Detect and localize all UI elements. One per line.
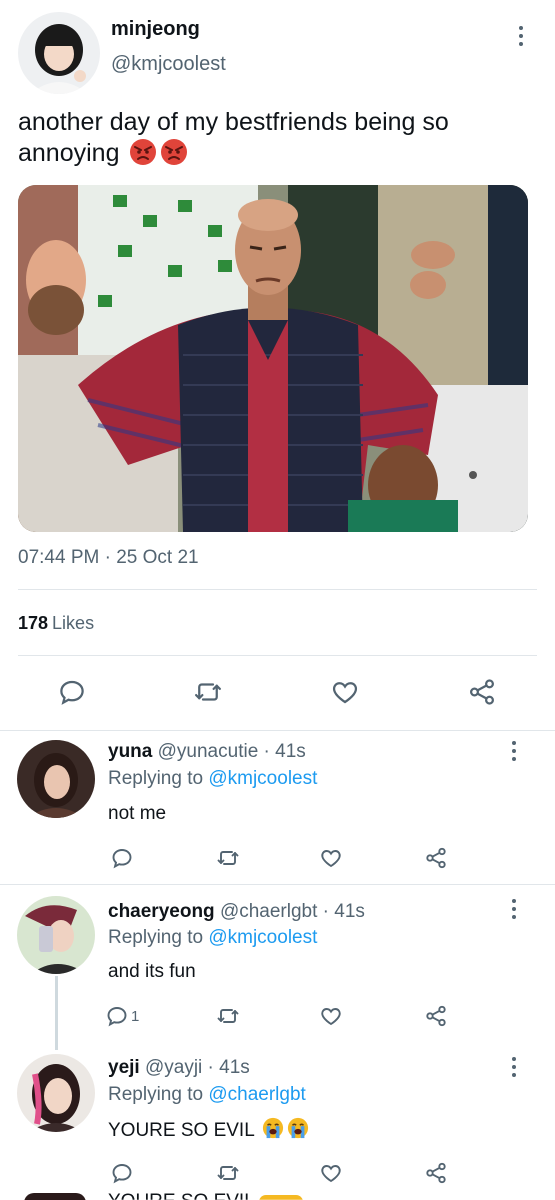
reply-author-name[interactable]: chaeryeong	[108, 901, 215, 922]
loudly-crying-face-emoji	[288, 1117, 309, 1139]
replying-to-link[interactable]: @chaerlgbt	[208, 1084, 305, 1105]
share-icon[interactable]	[419, 1156, 453, 1190]
main-author-handle[interactable]: @kmjcoolest	[111, 53, 226, 76]
replying-to-link[interactable]: @kmjcoolest	[208, 768, 317, 789]
main-author-avatar[interactable]	[18, 12, 100, 94]
likes-label: Likes	[52, 613, 95, 633]
replying-to-line: Replying to @kmjcoolest	[108, 768, 317, 790]
retweet-icon[interactable]	[211, 1156, 245, 1190]
reply-tweet: yeji @yayji · 41s Replying to @chaerlgbt…	[0, 1045, 555, 1200]
reply-author-line[interactable]: chaeryeong @chaerlgbt · 41s	[108, 901, 365, 923]
share-icon[interactable]	[465, 675, 499, 709]
tweet-text: another day of my bestfriends being so a…	[18, 107, 538, 169]
main-author-name[interactable]: minjeong	[111, 18, 200, 41]
reply-tweet: chaeryeong @chaerlgbt · 41s Replying to …	[0, 885, 555, 1045]
share-icon[interactable]	[419, 999, 453, 1033]
reply-text: not me	[108, 803, 167, 824]
like-icon[interactable]	[328, 675, 362, 709]
reply-text: and its fun	[108, 961, 196, 982]
reply-author-avatar[interactable]	[17, 740, 95, 818]
share-icon[interactable]	[419, 841, 453, 875]
reply-button[interactable]: 1	[105, 999, 139, 1033]
reply-author-line[interactable]: yeji @yayji · 41s	[108, 1057, 250, 1079]
tweet-timestamp[interactable]: 07:44 PM · 25 Oct 21	[18, 547, 199, 569]
reply-icon	[107, 1007, 127, 1027]
loudly-crying-face-emoji	[263, 1117, 284, 1139]
replying-prefix: Replying to	[108, 1084, 204, 1105]
tweet-text-body: another day of my bestfriends being so a…	[18, 108, 449, 167]
reply-author-name[interactable]: yeji	[108, 1057, 140, 1078]
next-reply-avatar-partial	[24, 1193, 86, 1200]
replying-to-line: Replying to @kmjcoolest	[108, 927, 317, 949]
tweet-media-photo[interactable]	[18, 185, 528, 532]
reply-icon[interactable]	[105, 841, 139, 875]
more-options-icon[interactable]	[504, 741, 524, 767]
angry-face-emoji	[161, 139, 188, 165]
next-reply-text-body: YOURE SO EVIL	[108, 1191, 254, 1200]
angry-face-emoji	[130, 139, 157, 165]
reply-author-handle[interactable]: @yayji · 41s	[145, 1057, 250, 1078]
reply-author-name[interactable]: yuna	[108, 741, 152, 762]
divider	[18, 655, 537, 656]
reply-author-line[interactable]: yuna @yunacutie · 41s	[108, 741, 306, 763]
replying-to-line: Replying to @chaerlgbt	[108, 1084, 306, 1106]
reply-text: YOURE SO EVIL	[108, 1117, 309, 1142]
reply-count: 1	[131, 1007, 140, 1025]
replying-prefix: Replying to	[108, 768, 204, 789]
divider	[18, 589, 537, 590]
reply-tweet: yuna @yunacutie · 41s Replying to @kmjco…	[0, 731, 555, 883]
reply-icon[interactable]	[55, 675, 89, 709]
reply-author-handle[interactable]: @chaerlgbt · 41s	[220, 901, 365, 922]
reply-author-avatar[interactable]	[17, 896, 95, 974]
more-options-icon[interactable]	[504, 1057, 524, 1083]
reply-author-avatar[interactable]	[17, 1054, 95, 1132]
reply-icon[interactable]	[105, 1156, 139, 1190]
replying-to-link[interactable]: @kmjcoolest	[208, 927, 317, 948]
main-tweet: minjeong @kmjcoolest another day of my b…	[0, 0, 555, 730]
more-options-icon[interactable]	[504, 899, 524, 925]
likes-count-link[interactable]: 178 Likes	[18, 613, 94, 634]
retweet-icon[interactable]	[191, 675, 225, 709]
retweet-icon[interactable]	[211, 999, 245, 1033]
likes-count: 178	[18, 613, 49, 633]
like-icon[interactable]	[314, 1156, 348, 1190]
crying-emoji-partial	[259, 1194, 304, 1200]
more-options-icon[interactable]	[508, 26, 534, 52]
like-icon[interactable]	[314, 999, 348, 1033]
like-icon[interactable]	[314, 841, 348, 875]
reply-author-handle[interactable]: @yunacutie · 41s	[158, 741, 306, 762]
next-reply-text-partial: YOURE SO EVIL	[108, 1191, 304, 1200]
reply-text-body: YOURE SO EVIL	[108, 1120, 255, 1141]
retweet-icon[interactable]	[211, 841, 245, 875]
replying-prefix: Replying to	[108, 927, 204, 948]
